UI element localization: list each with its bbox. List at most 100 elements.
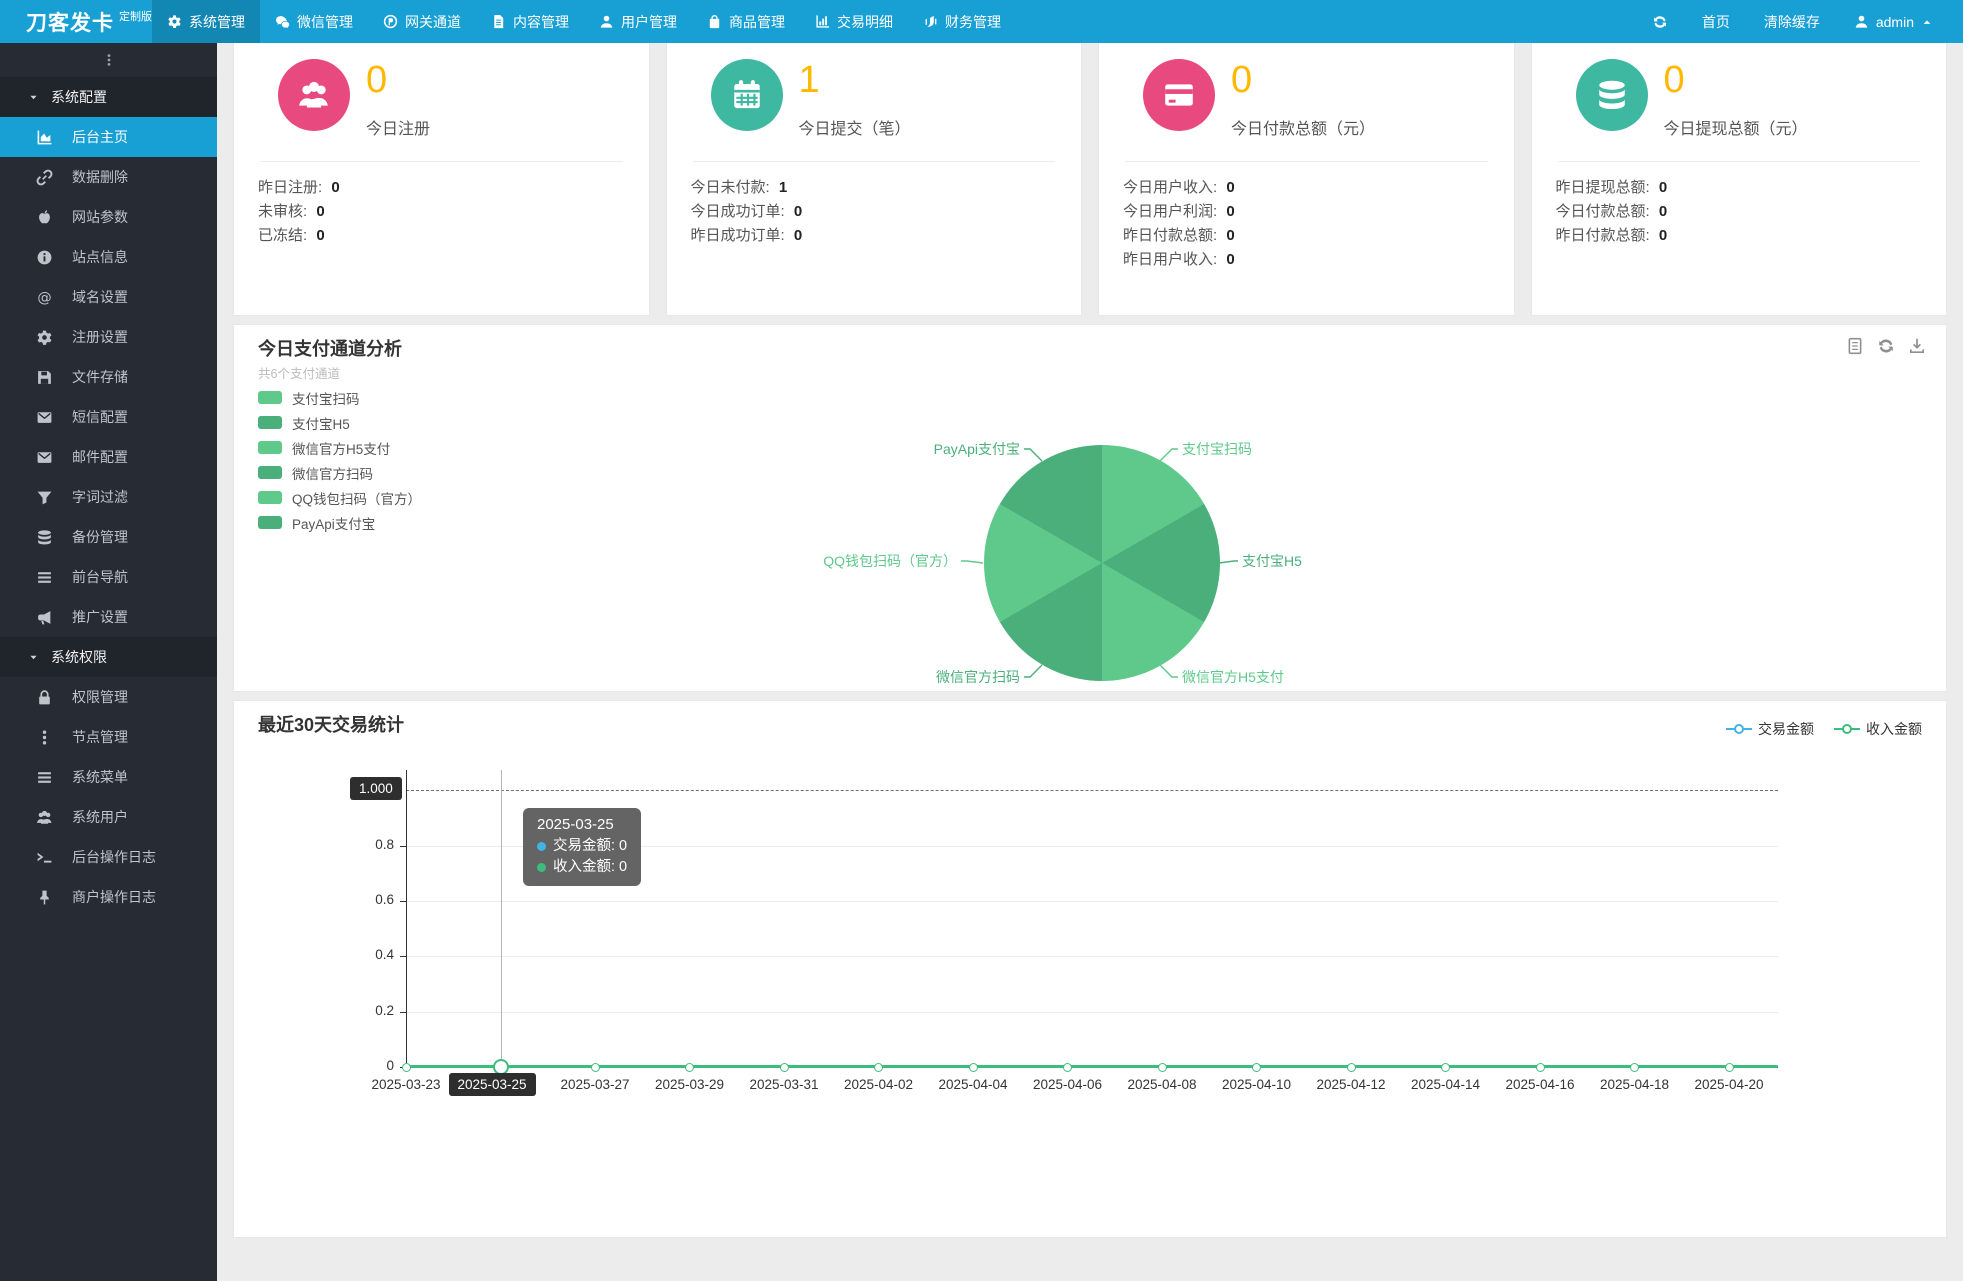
stat-card-info: 0 今日提现总额（元）	[1664, 59, 1808, 139]
user-menu[interactable]: admin	[1854, 14, 1933, 30]
sidebar-item-网站参数[interactable]: 网站参数	[0, 197, 217, 237]
list-icon	[36, 569, 53, 586]
divider	[692, 160, 1055, 162]
sidebar-item-商户操作日志[interactable]: 商户操作日志	[0, 877, 217, 917]
data-point[interactable]	[401, 1062, 411, 1072]
nav-item-交易明细[interactable]: 交易明细	[800, 0, 908, 43]
sidebar-item-数据删除[interactable]: 数据删除	[0, 157, 217, 197]
data-point[interactable]	[590, 1062, 600, 1072]
data-point[interactable]	[685, 1062, 694, 1072]
pie-chart[interactable]	[984, 445, 1220, 681]
stat-card-value: 0	[1663, 59, 1685, 101]
sidebar-item-文件存储[interactable]: 文件存储	[0, 357, 217, 397]
bar-chart-icon	[815, 14, 830, 29]
stat-card-row-value: 0	[1226, 250, 1235, 268]
at-icon: @	[36, 289, 53, 306]
coins-icon	[1595, 78, 1629, 112]
sidebar-item-label: 注册设置	[72, 329, 128, 345]
username: admin	[1875, 13, 1914, 30]
data-point[interactable]	[1441, 1062, 1450, 1072]
sidebar-section-系统配置[interactable]: 系统配置	[0, 77, 217, 117]
nav-item-用户管理[interactable]: 用户管理	[584, 0, 692, 43]
home-link[interactable]: 首页	[1702, 12, 1730, 32]
pie-slice-label: 支付宝扫码	[1182, 441, 1252, 457]
clear-cache-link[interactable]: 清除缓存	[1764, 12, 1820, 32]
nav-item-网关通道[interactable]: 网关通道	[368, 0, 476, 43]
data-point[interactable]	[779, 1062, 789, 1072]
nav-item-label: 内容管理	[513, 13, 569, 30]
sidebar-item-label: 网站参数	[72, 209, 128, 225]
app-logo-text: 刀客发卡	[26, 11, 114, 35]
nav-item-商品管理[interactable]: 商品管理	[692, 0, 800, 43]
pie-slice-label: 支付宝H5	[1242, 553, 1302, 569]
sidebar-item-字词过滤[interactable]: 字词过滤	[0, 477, 217, 517]
tooltip-row: 收入金额: 0	[537, 857, 627, 878]
sidebar-item-域名设置[interactable]: @ 域名设置	[0, 277, 217, 317]
sidebar-section-系统权限[interactable]: 系统权限	[0, 637, 217, 677]
nav-item-微信管理[interactable]: 微信管理	[260, 0, 368, 43]
data-point[interactable]	[874, 1062, 883, 1072]
sidebar-item-推广设置[interactable]: 推广设置	[0, 597, 217, 637]
sidebar-item-后台操作日志[interactable]: 后台操作日志	[0, 837, 217, 877]
stat-card-label: 今日注册	[366, 120, 431, 138]
sidebar-item-后台主页[interactable]: 后台主页	[0, 117, 217, 157]
sidebar-item-权限管理[interactable]: 权限管理	[0, 677, 217, 717]
data-point[interactable]	[1157, 1062, 1167, 1072]
sidebar-item-节点管理[interactable]: 节点管理	[0, 717, 217, 757]
divider	[260, 160, 623, 162]
sidebar-item-邮件配置[interactable]: 邮件配置	[0, 437, 217, 477]
y-axis-label: 0.6	[375, 892, 394, 907]
stat-card-row-value: 0	[793, 226, 803, 244]
nav-item-label: 用户管理	[621, 13, 677, 30]
stat-card-row-value: 1	[778, 178, 788, 196]
sidebar-item-系统菜单[interactable]: 系统菜单	[0, 757, 217, 797]
sidebar-item-label: 站点信息	[72, 249, 128, 265]
y-axis-pointer-label: 1.000	[350, 777, 402, 800]
nav-item-财务管理[interactable]: 财务管理	[908, 0, 1016, 43]
sidebar-item-label: 字词过滤	[72, 489, 128, 505]
gridline	[406, 1012, 1778, 1013]
nav-item-系统管理[interactable]: 系统管理	[152, 0, 260, 43]
top-navbar: 刀客发卡 定制版 系统管理 微信管理 网关通道 内容管理 用户管理 商品管理 交易明细 财务管…	[0, 0, 1963, 43]
gridline	[406, 901, 1778, 902]
data-point[interactable]	[1252, 1062, 1261, 1072]
stat-card-row: 未审核: 0	[258, 202, 325, 220]
sidebar-item-label: 后台操作日志	[72, 849, 156, 865]
transactions-panel: 最近30天交易统计 交易金额 收入金额 0 0.2 0.4 0.6 0.8 1.000 202…	[233, 700, 1947, 1238]
sidebar-item-label: 短信配置	[72, 409, 128, 425]
nav-item-内容管理[interactable]: 内容管理	[476, 0, 584, 43]
sidebar-item-备份管理[interactable]: 备份管理	[0, 517, 217, 557]
main-nav: 系统管理 微信管理 网关通道 内容管理 用户管理 商品管理 交易明细 财务管理	[152, 0, 1016, 43]
data-point[interactable]	[1346, 1062, 1356, 1072]
stat-card-row: 已冻结: 0	[258, 226, 325, 244]
sidebar-item-系统用户[interactable]: 系统用户	[0, 797, 217, 837]
sidebar-item-label: 邮件配置	[72, 449, 128, 465]
shop-bag-icon	[707, 14, 722, 29]
tooltip-row-text: 交易金额: 0	[553, 838, 628, 854]
sidebar-item-label: 系统菜单	[72, 769, 128, 785]
data-point[interactable]	[1724, 1062, 1734, 1072]
x-axis-label: 2025-04-20	[1694, 1077, 1764, 1092]
stat-card-row-value: 0	[316, 202, 325, 220]
chart-tooltip: 2025-03-25 交易金额: 0 收入金额: 0	[523, 808, 642, 886]
document-icon	[491, 14, 506, 29]
stat-card-info: 1 今日提交（笔）	[799, 59, 911, 139]
stat-card-row: 昨日成功订单: 0	[690, 226, 803, 244]
sidebar-item-短信配置[interactable]: 短信配置	[0, 397, 217, 437]
pie-slice-label: PayApi支付宝	[933, 441, 1020, 457]
sidebar-item-label: 节点管理	[72, 729, 128, 745]
stat-card-top: 0 今日付款总额（元）	[1123, 49, 1490, 139]
data-point[interactable]	[1063, 1062, 1072, 1072]
chain-icon	[36, 169, 53, 186]
stat-card-今日提现总额（元）: 0 今日提现总额（元） 昨日提现总额: 0 今日付款总额: 0 昨日付款总额: 0	[1530, 26, 1947, 316]
sidebar-item-站点信息[interactable]: 站点信息	[0, 237, 217, 277]
credit-card-icon	[1162, 78, 1196, 112]
stat-card-row-value: 0	[1226, 178, 1235, 196]
data-point[interactable]	[1535, 1062, 1545, 1072]
data-point[interactable]	[968, 1062, 978, 1072]
data-point[interactable]	[1630, 1062, 1639, 1072]
refresh-icon[interactable]	[1652, 14, 1668, 30]
sidebar-collapse-button[interactable]	[0, 43, 217, 77]
sidebar-item-前台导航[interactable]: 前台导航	[0, 557, 217, 597]
sidebar-item-注册设置[interactable]: 注册设置	[0, 317, 217, 357]
